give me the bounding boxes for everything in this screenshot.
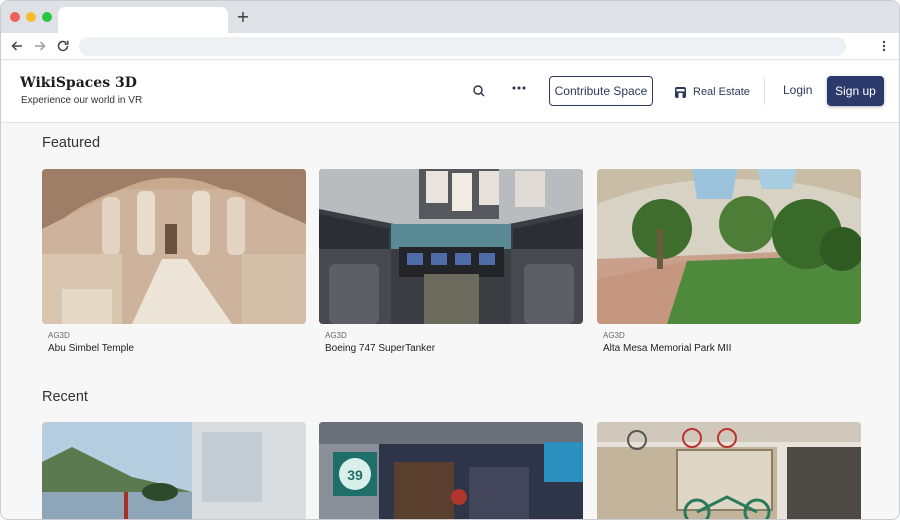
tab-strip: + — [1, 1, 899, 33]
alta-mesa-thumbnail[interactable] — [597, 169, 861, 324]
real-estate-label: Real Estate — [693, 86, 750, 98]
card-title[interactable]: Abu Simbel Temple — [48, 343, 306, 354]
site-header: WikiSpaces 3D Experience our world in VR… — [1, 61, 899, 123]
sign-up-button[interactable]: Sign up — [827, 76, 884, 106]
browser-tab[interactable] — [58, 7, 228, 33]
site-logo[interactable]: WikiSpaces 3D — [20, 75, 137, 91]
browser-window: + WikiSpaces 3D Experience our world in … — [0, 0, 900, 520]
reload-icon[interactable] — [55, 38, 71, 54]
recent-heading: Recent — [42, 389, 88, 405]
minimize-window-button[interactable] — [26, 12, 36, 22]
window-controls — [10, 12, 52, 22]
card-source: AG3D — [325, 331, 347, 340]
card-source: AG3D — [603, 331, 625, 340]
navigation-bar — [1, 33, 899, 60]
featured-heading: Featured — [42, 135, 101, 151]
store-icon — [674, 86, 687, 99]
card-title[interactable]: Boeing 747 SuperTanker — [325, 343, 583, 354]
close-window-button[interactable] — [10, 12, 20, 22]
login-link[interactable]: Login — [783, 83, 812, 97]
card-title[interactable]: Alta Mesa Memorial Park MII — [603, 343, 861, 354]
new-tab-button[interactable]: + — [235, 9, 251, 25]
featured-card[interactable]: AG3D Abu Simbel Temple — [42, 169, 306, 354]
arrow-left-icon[interactable] — [9, 38, 25, 54]
card-source: AG3D — [48, 331, 70, 340]
sign-number: 39 — [347, 467, 363, 483]
recent-diner-thumbnail[interactable]: 39 — [319, 422, 583, 519]
contribute-space-button[interactable]: Contribute Space — [549, 76, 653, 106]
boeing-747-thumbnail[interactable] — [319, 169, 583, 324]
maximize-window-button[interactable] — [42, 12, 52, 22]
kebab-menu-icon[interactable] — [878, 38, 890, 54]
address-bar[interactable] — [79, 37, 846, 56]
real-estate-link[interactable]: Real Estate — [674, 83, 750, 101]
arrow-right-icon[interactable] — [32, 38, 48, 54]
site-tagline: Experience our world in VR — [21, 95, 143, 106]
header-divider — [764, 77, 765, 105]
featured-card[interactable]: AG3D Boeing 747 SuperTanker — [319, 169, 583, 354]
featured-card[interactable]: AG3D Alta Mesa Memorial Park MII — [597, 169, 861, 354]
abu-simbel-thumbnail[interactable] — [42, 169, 306, 324]
search-icon[interactable] — [471, 83, 487, 99]
recent-bike-shop-thumbnail[interactable] — [597, 422, 861, 519]
more-options-icon[interactable] — [510, 79, 528, 97]
recent-lake-thumbnail[interactable] — [42, 422, 306, 519]
